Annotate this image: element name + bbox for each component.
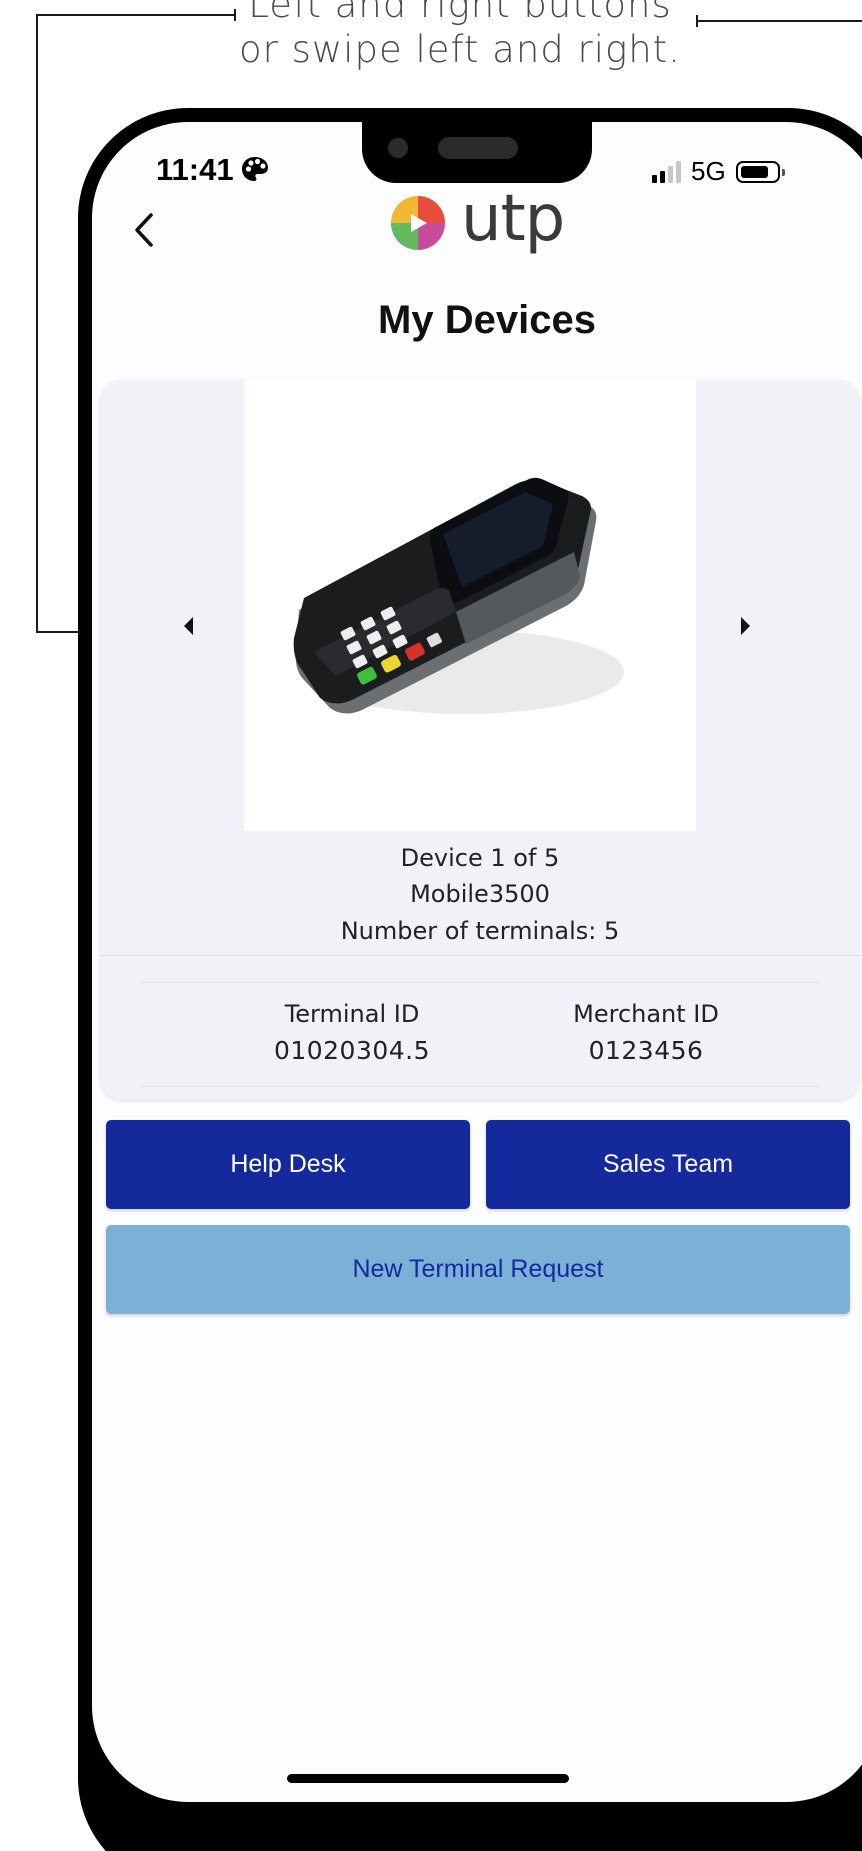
help-desk-button[interactable]: Help Desk bbox=[106, 1120, 470, 1209]
annotation-connector-left-top bbox=[36, 14, 236, 16]
device-card[interactable]: Device 1 of 5 Mobile3500 Number of termi… bbox=[100, 380, 860, 1100]
merchant-id-label: Merchant ID bbox=[573, 1000, 719, 1028]
device-position: Device 1 of 5 bbox=[400, 844, 560, 872]
terminal-id-value: 01020304.5 bbox=[273, 1036, 431, 1065]
annotation-connector-left-vertical bbox=[36, 14, 38, 633]
payment-terminal-image bbox=[293, 477, 624, 714]
page-title: My Devices bbox=[378, 298, 596, 342]
annotation-connector-left-tick bbox=[234, 9, 236, 21]
brand-name: utp bbox=[461, 182, 565, 256]
next-device-button[interactable] bbox=[725, 606, 765, 646]
palette-icon bbox=[240, 155, 270, 188]
battery-icon bbox=[735, 160, 785, 183]
camera-icon bbox=[388, 138, 408, 158]
caret-right-icon bbox=[740, 617, 750, 635]
phone-notch bbox=[362, 108, 592, 183]
annotation-line-1: Left and right buttons bbox=[248, 0, 672, 26]
device-image bbox=[244, 380, 696, 831]
card-divider bbox=[100, 955, 860, 956]
terminal-id-label: Terminal ID bbox=[284, 1000, 420, 1028]
home-indicator[interactable] bbox=[287, 1774, 569, 1783]
page: Left and right buttons or swipe left and… bbox=[0, 0, 862, 1851]
status-indicators: 5G bbox=[652, 156, 785, 187]
network-label: 5G bbox=[691, 156, 726, 186]
merchant-id-value: 0123456 bbox=[588, 1036, 704, 1065]
terminal-count: Number of terminals: 5 bbox=[340, 917, 620, 945]
annotation-connector-right-top bbox=[696, 20, 862, 22]
merchant-id-block: Merchant ID 0123456 bbox=[516, 1000, 776, 1065]
details-bottom-rule bbox=[140, 1086, 820, 1087]
caret-left-icon bbox=[183, 617, 193, 635]
sales-team-button[interactable]: Sales Team bbox=[486, 1120, 850, 1209]
phone-screen: 11:41 5G utp My Devices Device 1 of 5 Mo… bbox=[92, 122, 862, 1802]
utp-logo: utp bbox=[387, 187, 565, 254]
utp-logo-icon bbox=[391, 196, 445, 250]
details-top-rule bbox=[140, 982, 820, 983]
annotation-text: Left and right buttons or swipe left and… bbox=[180, 0, 740, 72]
speaker-grille bbox=[438, 137, 518, 159]
signal-icon bbox=[652, 160, 681, 183]
status-time: 11:41 bbox=[156, 152, 234, 187]
device-model: Mobile3500 bbox=[410, 880, 550, 908]
chevron-left-icon bbox=[135, 213, 153, 247]
terminal-id-block: Terminal ID 01020304.5 bbox=[222, 1000, 482, 1065]
previous-device-button[interactable] bbox=[168, 606, 208, 646]
new-terminal-request-button[interactable]: New Terminal Request bbox=[106, 1225, 850, 1314]
annotation-line-2: or swipe left and right. bbox=[239, 28, 681, 71]
back-button[interactable] bbox=[122, 200, 166, 260]
